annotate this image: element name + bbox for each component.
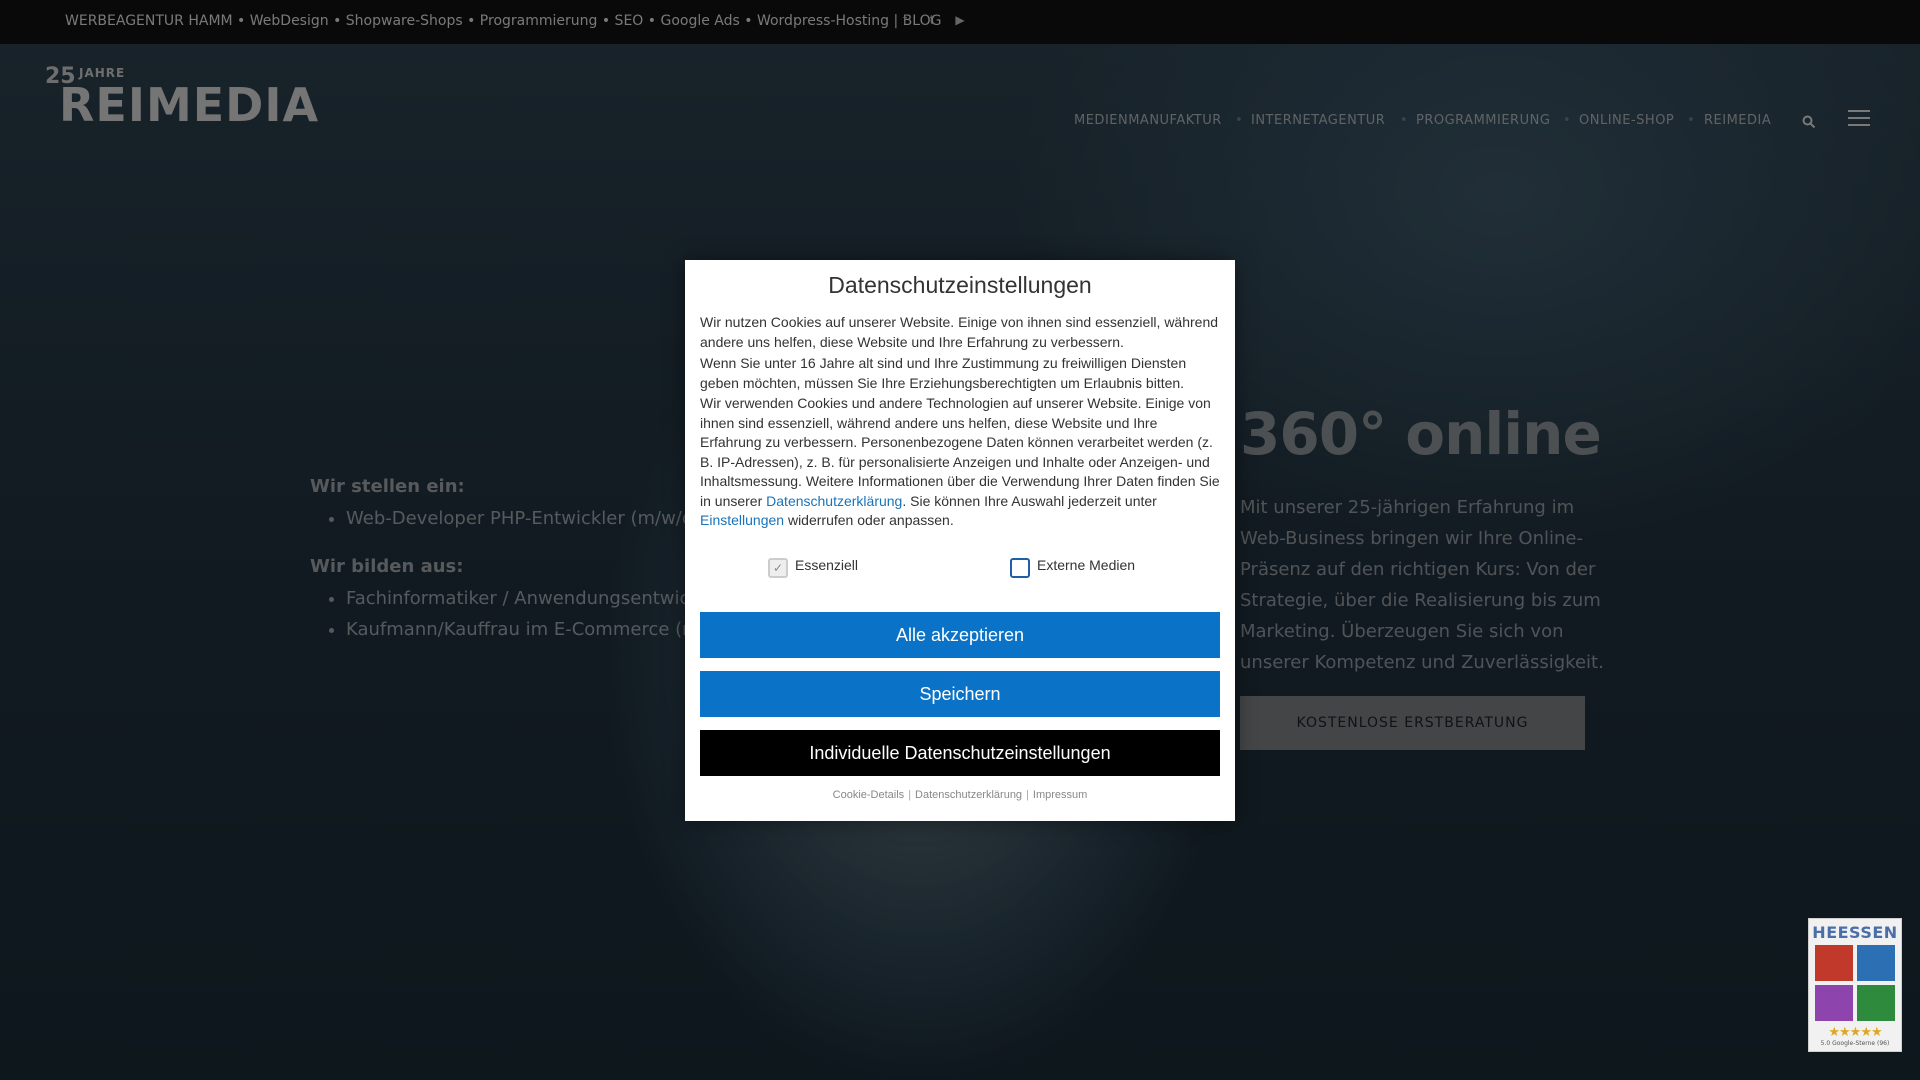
imprint-link[interactable]: Impressum (1033, 789, 1087, 801)
dialog-details-text: Wir verwenden Cookies und andere Technol… (700, 394, 1220, 531)
dialog-age-text: Wenn Sie unter 16 Jahre alt sind und Ihr… (700, 355, 1187, 391)
badge-quadrant-icon (1857, 945, 1895, 981)
save-button[interactable]: Speichern (700, 671, 1220, 717)
privacy-policy-footer-link[interactable]: Datenschutzerklärung (915, 789, 1022, 801)
external-media-label[interactable]: Externe Medien (1037, 557, 1135, 573)
privacy-settings-dialog: Datenschutzeinstellungen Wir nutzen Cook… (685, 260, 1235, 821)
settings-link[interactable]: Einstellungen (700, 512, 784, 528)
individual-settings-button[interactable]: Individuelle Datenschutzeinstellungen (700, 730, 1220, 776)
dialog-footer-links: Cookie-Details | Datenschutzerklärung | Impr… (685, 789, 1235, 801)
dialog-intro-text: Wir nutzen Cookies auf unserer Website. … (700, 314, 1219, 350)
essential-label: Essenziell (795, 557, 859, 573)
privacy-policy-link[interactable]: Datenschutzerklärung (766, 493, 902, 509)
badge-title: HEESSEN (1812, 923, 1898, 942)
dialog-title: Datenschutzeinstellungen (828, 272, 1092, 298)
badge-quadrant-icon (1815, 985, 1853, 1021)
badge-subtext: 5.0 Google-Sterne (96) (1820, 1040, 1890, 1047)
cookie-details-link[interactable]: Cookie-Details (833, 789, 905, 801)
accept-all-button[interactable]: Alle akzeptieren (700, 612, 1220, 658)
link-separator: | (908, 789, 912, 801)
details-text-part: widerrufen oder anpassen. (784, 512, 954, 528)
rating-badge[interactable]: HEESSEN ★★★★★ 5.0 Google-Sterne (96) (1808, 918, 1902, 1052)
essential-checkbox: ✓ (768, 558, 788, 578)
details-text-part: Wir verwenden Cookies und andere Technol… (700, 395, 1220, 509)
badge-quadrant-icon (1815, 945, 1853, 981)
details-text-part: . Sie können Ihre Auswahl jederzeit unte… (902, 492, 1157, 509)
link-separator: | (1026, 789, 1029, 801)
badge-quadrant-icon (1857, 985, 1895, 1021)
external-media-checkbox[interactable] (1010, 558, 1030, 578)
star-rating-icon: ★★★★★ (1828, 1025, 1882, 1040)
